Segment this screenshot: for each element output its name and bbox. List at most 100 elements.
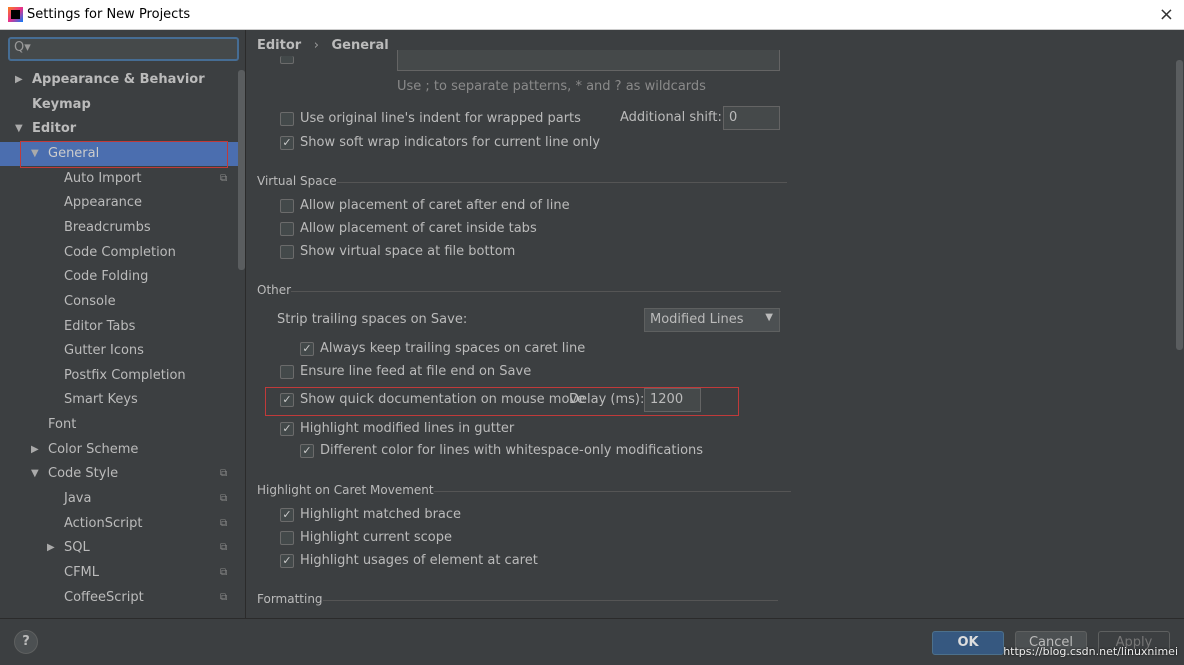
sidebar-item-code-folding[interactable]: Code Folding [0,265,238,289]
sidebar-item-label: Keymap [32,96,91,112]
sidebar-item-console[interactable]: Console [0,290,238,314]
sidebar-item-appearance[interactable]: Appearance [0,191,238,215]
additional-shift-input[interactable]: 0 [723,106,780,130]
sidebar-item-label: Editor Tabs [64,318,136,334]
project-scope-icon: ⧉ [220,591,228,603]
show-soft-wrap-indicators-checkbox[interactable]: ✓ [280,136,294,150]
expand-arrow-icon[interactable]: ▶ [15,68,23,92]
main-scrollbar[interactable] [1176,60,1183,350]
sidebar-item-smart-keys[interactable]: Smart Keys [0,388,238,412]
highlight-modified-label: Highlight modified lines in gutter [300,421,515,436]
sidebar-item-label: Auto Import [64,170,142,186]
project-scope-icon: ⧉ [220,517,228,529]
checkbox-label: Allow placement of caret after end of li… [300,198,570,213]
sidebar-item-postfix-completion[interactable]: Postfix Completion [0,364,238,388]
sidebar-item-java[interactable]: Java ⧉ [0,487,238,511]
window-title: Settings for New Projects [27,7,191,22]
help-button[interactable]: ? [14,630,38,654]
sidebar-item-label: Smart Keys [64,392,138,408]
ok-button[interactable]: OK [932,631,1004,655]
checkbox[interactable]: ✓ [280,508,294,522]
different-color-label: Different color for lines with whitespac… [320,443,704,458]
use-original-indent-label: Use original line's indent for wrapped p… [300,111,581,126]
keep-trailing-label: Always keep trailing spaces on caret lin… [320,341,586,356]
sidebar-item-editor[interactable]: ▼ Editor [0,117,238,141]
other-section: Other [257,283,783,297]
sidebar-item-label: ActionScript [64,515,143,531]
collapse-arrow-icon[interactable]: ▼ [31,462,39,486]
soft-wrap-files-checkbox[interactable] [280,56,294,64]
checkbox[interactable] [280,199,294,213]
checkbox-label: Allow placement of caret inside tabs [300,221,537,236]
breadcrumb-parent[interactable]: Editor [257,38,301,53]
search-icon: Q▾ [14,40,31,55]
sidebar-item-coffeescript[interactable]: CoffeeScript ⧉ [0,586,238,610]
sidebar-item-sql[interactable]: ▶ SQL ⧉ [0,536,238,560]
sidebar-item-label: Gutter Icons [64,343,144,359]
sidebar-item-label: Appearance & Behavior [32,72,205,87]
title-bar: Settings for New Projects × [0,0,1184,30]
sidebar-item-appearance-behavior[interactable]: ▶ Appearance & Behavior [0,68,238,92]
sidebar-item-color-scheme[interactable]: ▶ Color Scheme [0,438,238,462]
checkbox[interactable] [280,531,294,545]
sidebar-item-cfml[interactable]: CFML ⧉ [0,561,238,585]
sidebar-item-label: Code Completion [64,244,176,260]
checkbox-label: Show virtual space at file bottom [300,244,516,259]
search-input[interactable]: Q▾ [8,37,239,61]
sidebar-item-gutter-icons[interactable]: Gutter Icons [0,339,238,363]
highlight-modified-checkbox[interactable]: ✓ [280,422,294,436]
quick-doc-checkbox[interactable]: ✓ [280,393,294,407]
sidebar-item-label: Editor [32,121,77,137]
breadcrumb: Editor › General [257,38,389,53]
sidebar-item-label: SQL [64,540,90,556]
sidebar-item-label: Code Folding [64,269,149,285]
collapse-arrow-icon[interactable]: ▼ [15,117,23,141]
sidebar-item-actionscript[interactable]: ActionScript ⧉ [0,512,238,536]
expand-arrow-icon[interactable]: ▶ [31,438,39,462]
sidebar-item-label: Color Scheme [48,441,139,457]
sidebar-item-label: Font [48,417,77,433]
settings-tree: Q▾ ▶ Appearance & Behavior Keymap ▼ Editor ▼ G… [0,30,246,618]
sidebar-item-label: Postfix Completion [64,367,186,383]
sidebar-item-label: Java [64,491,92,507]
sidebar-item-code-style[interactable]: ▼ Code Style ⧉ [0,462,238,486]
delay-label: Delay (ms): [569,392,645,407]
sidebar-scrollbar[interactable] [238,70,245,270]
sidebar-item-label: Appearance [64,195,143,211]
sidebar-item-keymap[interactable]: Keymap [0,93,238,117]
virtual-space-section: Virtual Space [257,174,784,188]
watermark: https://blog.csdn.net/linuxnimei [1003,645,1178,658]
sidebar-item-auto-import[interactable]: Auto Import ⧉ [0,167,238,191]
different-color-checkbox[interactable]: ✓ [300,444,314,458]
sidebar-item-editor-tabs[interactable]: Editor Tabs [0,315,238,339]
checkbox-label: Highlight current scope [300,530,452,545]
keep-trailing-checkbox[interactable]: ✓ [300,342,314,356]
sidebar-item-label: Console [64,293,116,309]
sidebar-item-label: Breadcrumbs [64,219,151,235]
sidebar-item-breadcrumbs[interactable]: Breadcrumbs [0,216,238,240]
delay-input[interactable]: 1200 [644,388,701,412]
use-original-indent-checkbox[interactable] [280,112,294,126]
expand-arrow-icon[interactable]: ▶ [47,536,55,560]
ensure-lf-checkbox[interactable] [280,365,294,379]
checkbox[interactable] [280,245,294,259]
sidebar-item-code-completion[interactable]: Code Completion [0,241,238,265]
formatting-section: Formatting [257,592,775,606]
checkbox-label: Highlight usages of element at caret [300,553,538,568]
checkbox[interactable] [280,222,294,236]
checkbox-label: Highlight matched brace [300,507,462,522]
chevron-down-icon: ▼ [765,312,773,323]
soft-wrap-files-input[interactable] [397,50,780,71]
sidebar-item-label: CFML [64,565,100,580]
quick-doc-label: Show quick documentation on mouse move [300,392,586,407]
close-icon[interactable]: × [1159,4,1174,25]
ensure-lf-label: Ensure line feed at file end on Save [300,364,532,379]
project-scope-icon: ⧉ [220,493,228,505]
strip-trailing-dropdown[interactable]: Modified Lines ▼ [644,308,780,332]
breadcrumb-separator: › [313,38,319,53]
project-scope-icon: ⧉ [220,468,228,480]
highlight-box [20,141,228,168]
breadcrumb-current: General [331,38,389,53]
sidebar-item-font[interactable]: Font [0,413,238,437]
checkbox[interactable]: ✓ [280,554,294,568]
